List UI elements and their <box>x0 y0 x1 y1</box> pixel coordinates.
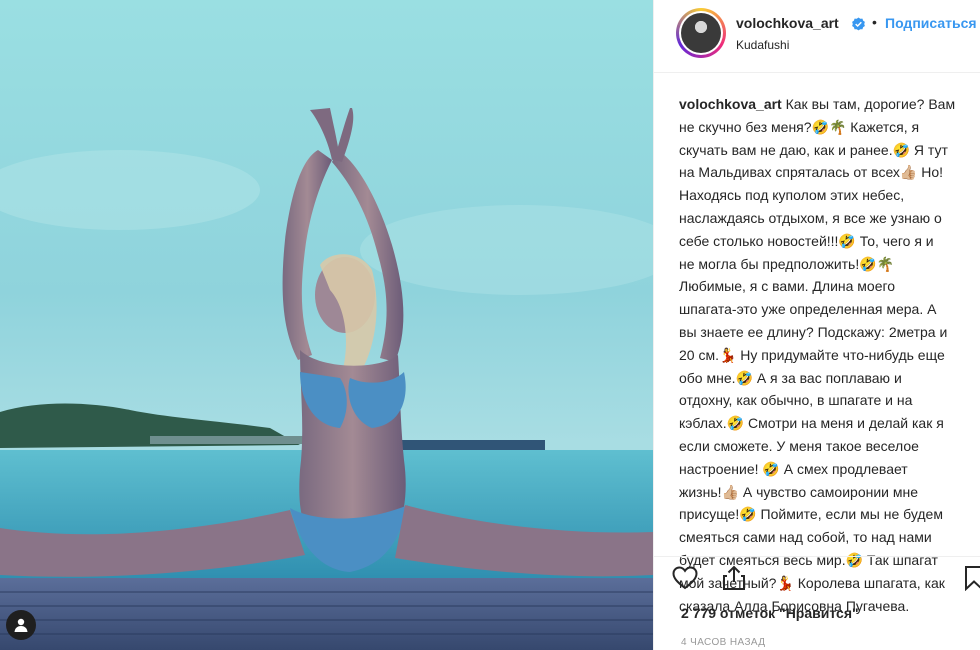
share-icon <box>723 565 745 590</box>
post-header: volochkova_art • Подписаться Kudafushi <box>654 0 980 73</box>
caption-username-link[interactable]: volochkova_art <box>679 96 782 112</box>
caption-line: отдохну, как обычно, в шпагате и на <box>679 392 913 409</box>
caption-line: 20 см.💃 Ну придумайте что-нибудь еще <box>679 346 945 363</box>
caption-line: себе столько новостей!!!🤣 То, чего я и <box>679 232 934 249</box>
caption-line: присуще!🤣 Поймите, если мы не будем <box>679 506 943 523</box>
save-button[interactable] <box>959 563 980 593</box>
caption-line: скучать вам не даю, как и ранее.🤣 Я тут <box>679 141 948 158</box>
caption-line: на Мальдивах спряталась от всех👍🏼 Но! <box>679 164 944 181</box>
post-timestamp: 4 ЧАСОВ НАЗАД <box>681 637 766 648</box>
header-separator: • <box>872 14 877 30</box>
location-link[interactable]: Kudafushi <box>736 38 789 52</box>
follow-button[interactable]: Подписаться <box>885 15 977 31</box>
caption-line: наслаждаясь отдыхом, я все же узнаю о <box>679 209 942 226</box>
post-side-panel: volochkova_art • Подписаться Kudafushi v… <box>653 0 980 650</box>
post-caption: volochkova_art Как вы там, дорогие? Вам … <box>679 93 980 617</box>
caption-line: вы знаете ее длину? Подскажу: 2метра и <box>679 323 948 340</box>
share-button[interactable] <box>719 563 749 593</box>
caption-line: не скучно без меня?🤣🌴 Кажется, я <box>679 118 920 135</box>
caption-line: настроение! 🤣 А смех продлевает <box>679 460 908 477</box>
caption-line: обо мне.🤣 А я за вас поплаваю и <box>679 369 902 386</box>
caption-line: смеяться сами над собой, то над нами <box>679 529 932 546</box>
avatar[interactable] <box>676 8 726 58</box>
post-photo[interactable] <box>0 0 653 650</box>
like-button[interactable] <box>670 563 700 593</box>
bookmark-icon <box>965 566 980 591</box>
caption-line: не могла бы предположить!🤣🌴 <box>679 255 895 272</box>
caption-line: Любимые, я с вами. Длина моего <box>679 278 896 295</box>
verified-badge-icon <box>852 17 865 31</box>
likes-count[interactable]: 2 779 отметок "Нравится" <box>681 605 859 621</box>
caption-line: жизнь!👍🏼 А чувство самоиронии мне <box>679 483 919 500</box>
user-tag-icon <box>14 618 28 632</box>
caption-line: шпагата-это уже определенная мера. А <box>679 301 937 318</box>
caption-line: кэблах.🤣 Смотри на меня и делай как я <box>679 415 944 432</box>
heart-icon <box>672 566 698 590</box>
caption-line: volochkova_art Как вы там, дорогие? Вам <box>679 96 956 112</box>
tag-people-button[interactable] <box>6 610 36 640</box>
caption-line: Находясь под куполом этих небес, <box>679 187 905 204</box>
username-link[interactable]: volochkova_art <box>736 15 839 31</box>
photo-image <box>0 0 653 650</box>
caption-line: если сможете. У меня такое веселое <box>679 437 919 454</box>
actions-divider <box>654 556 980 557</box>
